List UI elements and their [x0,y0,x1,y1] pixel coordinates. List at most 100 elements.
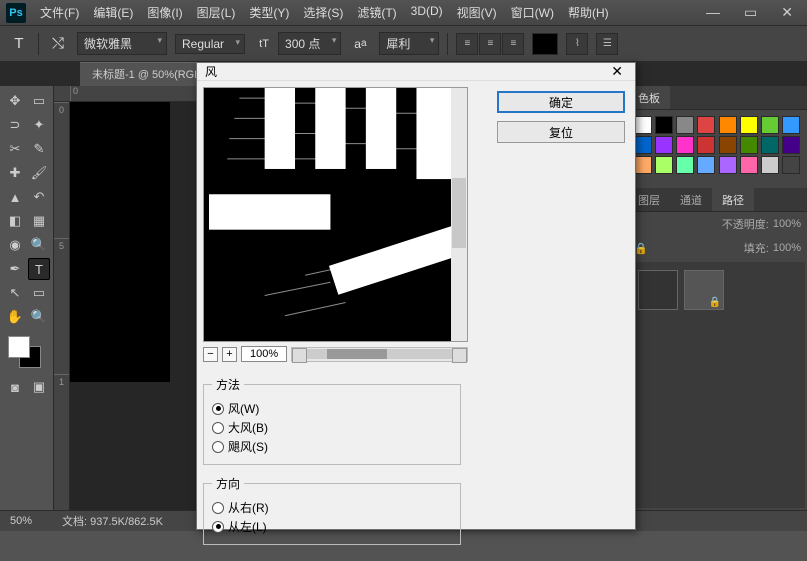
menu-edit[interactable]: 编辑(E) [87,1,139,24]
antialias-dropdown[interactable]: 犀利 [379,32,439,55]
shape-tool[interactable]: ▭ [28,282,50,304]
reset-button[interactable]: 复位 [497,121,625,143]
eyedropper-tool[interactable]: ✎ [28,138,50,160]
type-tool[interactable]: T [28,258,50,280]
filter-preview[interactable] [203,87,468,342]
zoom-in-button[interactable]: + [222,347,237,362]
radio-wind-label[interactable]: 风(W) [228,400,259,417]
blur-tool[interactable]: ◉ [4,234,26,256]
swatch[interactable] [634,156,652,174]
preview-zoom-value[interactable]: 100% [241,346,287,362]
font-style-dropdown[interactable]: Regular [175,34,245,54]
orientation-icon[interactable]: ⤭ [47,33,69,55]
healing-tool[interactable]: ✚ [4,162,26,184]
radio-blast[interactable] [212,422,224,434]
swatch[interactable] [655,156,673,174]
warp-text-button[interactable]: ⌇ [566,33,588,55]
radio-blast-label[interactable]: 大风(B) [228,419,268,436]
swatch[interactable] [761,116,779,134]
zoom-level[interactable]: 50% [10,515,32,527]
brush-tool[interactable]: 🖌 [28,162,50,184]
font-size-dropdown[interactable]: 300 点 [278,32,341,55]
screenmode-button[interactable]: ▣ [28,376,50,398]
swatch[interactable] [740,116,758,134]
fill-value[interactable]: 100% [773,242,801,254]
color-swatches[interactable] [4,336,50,374]
swatch[interactable] [761,156,779,174]
pen-tool[interactable]: ✒ [4,258,26,280]
move-tool[interactable]: ✥ [4,90,26,112]
swatch[interactable] [740,136,758,154]
align-center-button[interactable]: ≡ [479,33,501,55]
swatch[interactable] [676,116,694,134]
foreground-swatch[interactable] [8,336,30,358]
swatch[interactable] [719,136,737,154]
menu-select[interactable]: 选择(S) [297,1,349,24]
radio-wind[interactable] [212,403,224,415]
hand-tool[interactable]: ✋ [4,306,26,328]
text-color-swatch[interactable] [532,33,558,55]
tab-channels[interactable]: 通道 [670,188,712,211]
stamp-tool[interactable]: ▲ [4,186,26,208]
opacity-value[interactable]: 100% [773,218,801,230]
crop-tool[interactable]: ✂ [4,138,26,160]
menu-window[interactable]: 窗口(W) [505,1,560,24]
swatch[interactable] [697,136,715,154]
menu-layer[interactable]: 图层(L) [191,1,242,24]
history-brush-tool[interactable]: ↶ [28,186,50,208]
zoom-tool[interactable]: 🔍 [28,306,50,328]
wand-tool[interactable]: ✦ [28,114,50,136]
close-window-button[interactable]: ✕ [773,4,801,21]
minimize-button[interactable]: — [698,4,728,21]
layers-list[interactable]: 🔒 [630,262,805,508]
swatch[interactable] [782,156,800,174]
swatch[interactable] [740,156,758,174]
menu-help[interactable]: 帮助(H) [562,1,615,24]
maximize-button[interactable]: ▭ [736,4,765,21]
path-select-tool[interactable]: ↖ [4,282,26,304]
dialog-close-button[interactable]: ✕ [607,63,627,80]
layer-thumb[interactable]: 🔒 [684,270,724,310]
lasso-tool[interactable]: ⊃ [4,114,26,136]
swatch[interactable] [676,156,694,174]
swatch[interactable] [655,136,673,154]
gradient-tool[interactable]: ▦ [28,210,50,232]
swatch[interactable] [697,116,715,134]
swatch[interactable] [634,136,652,154]
swatch[interactable] [719,156,737,174]
swatch[interactable] [782,136,800,154]
preview-scrollbar[interactable] [451,88,467,341]
menu-view[interactable]: 视图(V) [451,1,503,24]
dodge-tool[interactable]: 🔍 [28,234,50,256]
font-family-dropdown[interactable]: 微软雅黑 [77,32,167,55]
swatch[interactable] [634,116,652,134]
menu-type[interactable]: 类型(Y) [243,1,295,24]
menu-image[interactable]: 图像(I) [141,1,188,24]
align-right-button[interactable]: ≡ [502,33,524,55]
zoom-out-button[interactable]: − [203,347,218,362]
quickmask-button[interactable]: ◙ [4,376,26,398]
radio-from-left-label[interactable]: 从左(L) [228,518,267,535]
preview-scroll-h[interactable] [291,347,468,362]
layer-thumb[interactable] [638,270,678,310]
swatch[interactable] [676,136,694,154]
swatch[interactable] [761,136,779,154]
align-left-button[interactable]: ≡ [456,33,478,55]
swatch[interactable] [697,156,715,174]
eraser-tool[interactable]: ◧ [4,210,26,232]
swatch[interactable] [719,116,737,134]
character-panel-button[interactable]: ☰ [596,33,618,55]
marquee-tool[interactable]: ▭ [28,90,50,112]
tab-paths[interactable]: 路径 [712,188,754,211]
menu-3d[interactable]: 3D(D) [405,1,449,24]
ok-button[interactable]: 确定 [497,91,625,113]
menu-file[interactable]: 文件(F) [34,1,85,24]
menu-filter[interactable]: 滤镜(T) [351,1,402,24]
document-canvas[interactable] [70,102,170,382]
radio-from-right-label[interactable]: 从右(R) [228,499,269,516]
radio-from-right[interactable] [212,502,224,514]
swatch[interactable] [782,116,800,134]
radio-stagger[interactable] [212,441,224,453]
radio-stagger-label[interactable]: 飓风(S) [228,438,268,455]
lock-icon[interactable]: 🔒 [634,242,648,255]
